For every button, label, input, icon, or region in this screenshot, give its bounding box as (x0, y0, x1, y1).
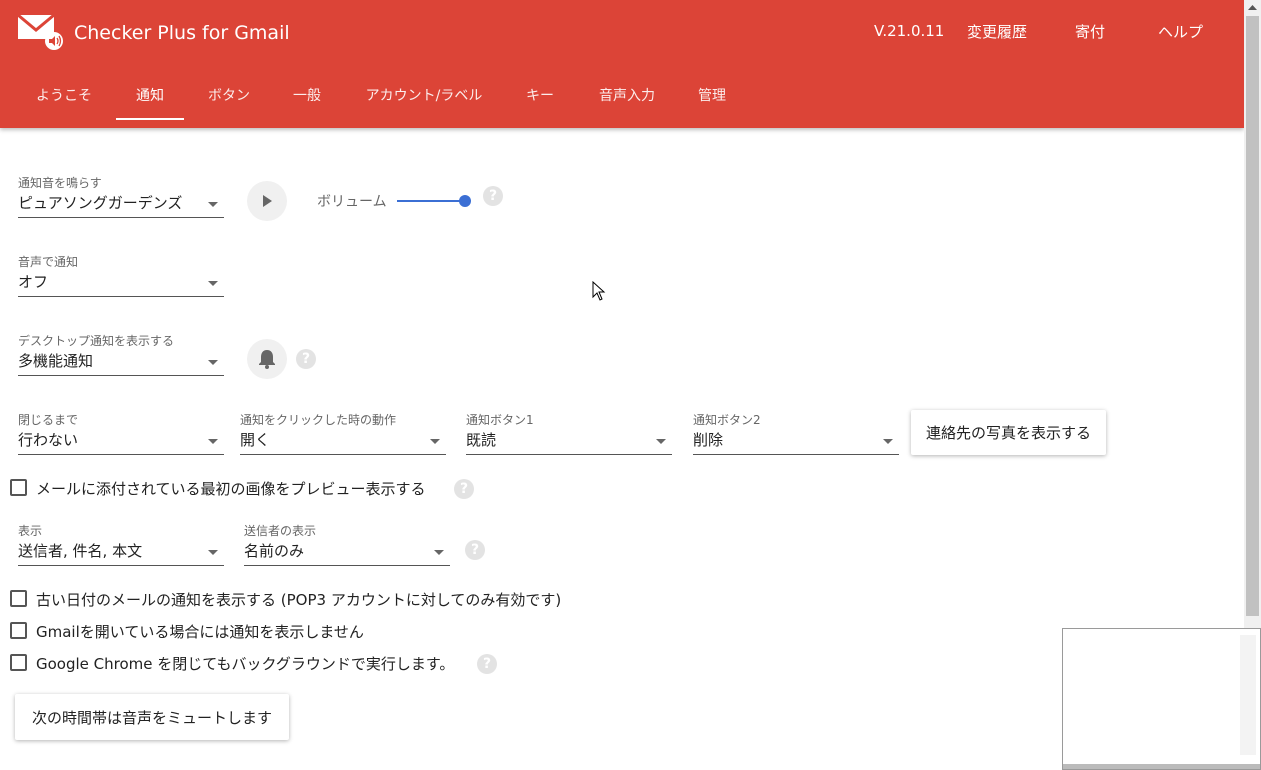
tab-voice-input[interactable]: 音声入力 (582, 76, 672, 120)
app-logo-icon (17, 12, 65, 52)
version-label: V.21.0.11 (874, 22, 945, 40)
display-select[interactable]: 送信者, 件名, 本文 (18, 540, 224, 566)
help-icon[interactable]: ? (296, 349, 316, 369)
notification-sound-value: ピュアソングガーデンズ (18, 194, 183, 212)
until-close-select[interactable]: 行わない (18, 429, 224, 455)
tab-admin[interactable]: 管理 (682, 76, 742, 120)
tab-welcome[interactable]: ようこそ (22, 76, 106, 120)
voice-notification-select[interactable]: オフ (18, 271, 224, 297)
play-button[interactable] (247, 181, 287, 221)
until-close-label: 閉じるまで (18, 413, 79, 427)
volume-slider-thumb[interactable] (459, 195, 471, 207)
display-label: 表示 (18, 524, 43, 538)
preview-image-checkbox[interactable] (10, 479, 27, 496)
notification-button1-label: 通知ボタン1 (466, 413, 534, 427)
notification-button1-select[interactable]: 既読 (466, 429, 672, 455)
chevron-down-icon (208, 202, 218, 207)
popup-bottom-bar (1063, 764, 1260, 769)
chevron-down-icon (656, 439, 666, 444)
chevron-down-icon (208, 439, 218, 444)
notification-button2-label: 通知ボタン2 (693, 413, 761, 427)
bell-icon (259, 350, 275, 369)
scroll-up-arrow-icon[interactable] (1244, 0, 1261, 16)
tab-notifications[interactable]: 通知 (116, 76, 184, 120)
mouse-cursor-icon (592, 280, 606, 301)
sender-display-value: 名前のみ (244, 542, 305, 560)
notification-button1-value: 既読 (466, 431, 497, 449)
preview-image-label: メールに添付されている最初の画像をプレビュー表示する (36, 480, 426, 498)
desktop-notification-label: デスクトップ通知を表示する (18, 334, 175, 348)
notification-button2-value: 削除 (693, 431, 724, 449)
notification-button2-select[interactable]: 削除 (693, 429, 899, 455)
click-action-value: 開く (240, 431, 271, 449)
sender-display-label: 送信者の表示 (244, 524, 317, 538)
voice-notification-label: 音声で通知 (18, 255, 79, 269)
gmail-open-label: Gmailを開いている場合には通知を表示しません (36, 623, 364, 641)
help-icon[interactable]: ? (483, 186, 503, 206)
voice-notification-value: オフ (18, 273, 49, 291)
background-run-label: Google Chrome を閉じてもバックグラウンドで実行します。 (36, 655, 455, 673)
app-header: Checker Plus for Gmail V.21.0.11 変更履歴 寄付… (0, 0, 1244, 128)
click-action-label: 通知をクリックした時の動作 (240, 413, 397, 427)
chevron-down-icon (430, 439, 440, 444)
display-value: 送信者, 件名, 本文 (18, 542, 143, 560)
tab-accounts-labels[interactable]: アカウント/ラベル (350, 76, 498, 120)
help-icon[interactable]: ? (454, 479, 474, 499)
old-mail-checkbox[interactable] (10, 590, 27, 607)
play-icon (263, 195, 272, 207)
changelog-link[interactable]: 変更履歴 (967, 21, 1027, 42)
help-icon[interactable]: ? (477, 654, 497, 674)
desktop-notification-select[interactable]: 多機能通知 (18, 350, 224, 376)
help-icon[interactable]: ? (465, 540, 485, 560)
help-link[interactable]: ヘルプ (1158, 21, 1203, 42)
popup-panel (1062, 628, 1261, 770)
volume-slider-track[interactable] (397, 200, 465, 202)
chevron-down-icon (208, 360, 218, 365)
notification-sound-select[interactable]: ピュアソングガーデンズ (18, 192, 224, 218)
old-mail-label: 古い日付のメールの通知を表示する (POP3 アカウントに対してのみ有効です) (36, 591, 562, 609)
popup-scrollbar[interactable] (1240, 635, 1256, 755)
show-contact-photo-button[interactable]: 連絡先の写真を表示する (911, 410, 1106, 455)
sender-display-select[interactable]: 名前のみ (244, 540, 450, 566)
app-title: Checker Plus for Gmail (74, 22, 290, 44)
volume-label: ボリューム (317, 194, 387, 210)
tab-general[interactable]: 一般 (274, 76, 340, 120)
chevron-down-icon (883, 439, 893, 444)
test-notification-button[interactable] (247, 339, 287, 379)
scrollbar-thumb[interactable] (1246, 16, 1259, 616)
gmail-open-checkbox[interactable] (10, 622, 27, 639)
chevron-down-icon (208, 281, 218, 286)
donate-link[interactable]: 寄付 (1075, 21, 1105, 42)
until-close-value: 行わない (18, 431, 79, 449)
tab-buttons[interactable]: ボタン (194, 76, 264, 120)
background-run-checkbox[interactable] (10, 654, 27, 671)
notification-sound-label: 通知音を鳴らす (18, 176, 102, 190)
chevron-down-icon (208, 550, 218, 555)
chevron-down-icon (434, 550, 444, 555)
desktop-notification-value: 多機能通知 (18, 352, 94, 370)
mute-schedule-button[interactable]: 次の時間帯は音声をミュートします (15, 694, 289, 740)
click-action-select[interactable]: 開く (240, 429, 446, 455)
tab-keys[interactable]: キー (508, 76, 572, 120)
